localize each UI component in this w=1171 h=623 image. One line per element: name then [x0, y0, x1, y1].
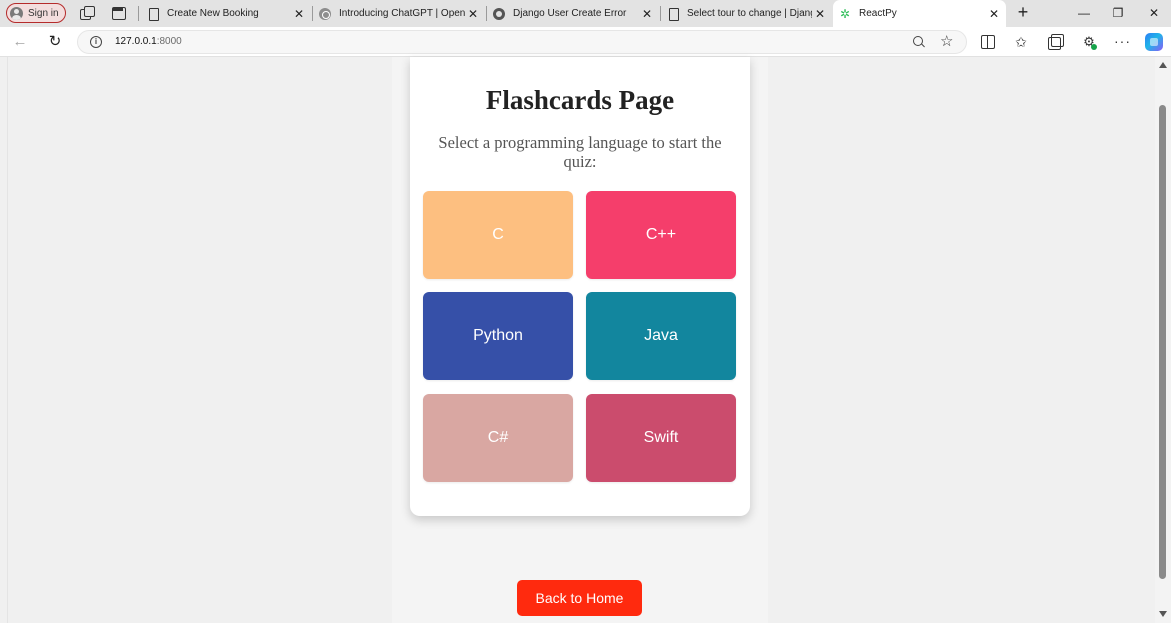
url-port: :8000 — [156, 36, 182, 47]
close-window-icon[interactable]: ✕ — [1144, 4, 1164, 22]
tab-title: Create New Booking — [167, 8, 259, 19]
tab-title: ReactPy — [859, 8, 897, 19]
tab-reactpy[interactable]: ✲ ReactPy ✕ — [833, 0, 1006, 27]
close-tab-icon[interactable]: ✕ — [639, 7, 655, 21]
zoom-out-icon[interactable] — [913, 36, 925, 48]
scroll-up-arrow-icon[interactable] — [1159, 62, 1167, 68]
back-to-home-button[interactable]: Back to Home — [517, 580, 642, 616]
tab-title: Select tour to change | Django — [687, 8, 812, 19]
tab-django-user-create-error[interactable]: Django User Create Error ✕ — [487, 0, 659, 27]
extensions-icon[interactable]: ⚙ — [1081, 34, 1097, 50]
copilot-icon[interactable] — [1145, 33, 1163, 51]
new-tab-button[interactable]: + — [1013, 3, 1033, 23]
language-button-c[interactable]: C — [423, 191, 573, 279]
openai-icon — [319, 7, 331, 20]
tab-select-tour[interactable]: Select tour to change | Django ✕ — [661, 0, 832, 27]
split-screen-icon[interactable] — [980, 34, 996, 50]
minimize-icon[interactable]: — — [1074, 4, 1094, 22]
language-button-swift[interactable]: Swift — [586, 394, 736, 482]
page-viewport: Flashcards Page Select a programming lan… — [0, 57, 1155, 623]
page-subtitle: Select a programming language to start t… — [438, 133, 722, 171]
language-button-python[interactable]: Python — [423, 292, 573, 380]
url-host: 127.0.0.1 — [115, 36, 157, 47]
tab-title: Django User Create Error — [513, 8, 627, 19]
url-text: 127.0.0.1:8000 — [115, 36, 182, 47]
site-info-icon[interactable]: i — [90, 36, 102, 48]
tab-create-new-booking[interactable]: Create New Booking ✕ — [141, 0, 311, 27]
language-button-cpp[interactable]: C++ — [586, 191, 736, 279]
page-icon — [667, 7, 679, 21]
scrollbar-thumb[interactable] — [1159, 105, 1166, 579]
tab-actions-icon[interactable] — [112, 6, 126, 20]
browser-toolbar: ← ↻ i 127.0.0.1:8000 ☆ ✩ ⚙ ··· — [0, 27, 1171, 57]
add-favorite-star-icon[interactable]: ☆ — [940, 33, 953, 51]
scroll-down-arrow-icon[interactable] — [1159, 611, 1167, 617]
tab-title: Introducing ChatGPT | OpenAI — [339, 8, 465, 19]
tab-strip: Sign in Create New Booking ✕ Introducing… — [0, 0, 1171, 27]
django-icon — [493, 7, 505, 20]
sign-in-button[interactable]: Sign in — [6, 3, 66, 23]
react-icon: ✲ — [839, 6, 851, 21]
page-icon — [147, 7, 159, 21]
close-tab-icon[interactable]: ✕ — [812, 7, 828, 21]
language-button-csharp[interactable]: C# — [423, 394, 573, 482]
profile-avatar-icon — [10, 6, 23, 20]
restore-icon[interactable]: ❐ — [1108, 4, 1128, 22]
vertical-scrollbar[interactable] — [1155, 57, 1171, 623]
page-title: Flashcards Page — [485, 85, 675, 115]
tab-introducing-chatgpt[interactable]: Introducing ChatGPT | OpenAI ✕ — [313, 0, 485, 27]
favorites-icon[interactable]: ✩ — [1013, 34, 1029, 50]
reload-icon[interactable]: ↻ — [46, 33, 64, 51]
close-tab-icon[interactable]: ✕ — [291, 7, 307, 21]
workspaces-icon[interactable] — [80, 6, 95, 20]
close-tab-icon[interactable]: ✕ — [986, 7, 1002, 21]
sign-in-label: Sign in — [28, 7, 59, 19]
flashcards-card: Flashcards Page Select a programming lan… — [410, 57, 750, 516]
address-bar[interactable]: i 127.0.0.1:8000 ☆ — [77, 30, 967, 54]
language-button-java[interactable]: Java — [586, 292, 736, 380]
close-tab-icon[interactable]: ✕ — [465, 7, 481, 21]
collections-icon[interactable] — [1047, 34, 1064, 50]
tab-divider — [138, 6, 139, 21]
more-options-icon[interactable]: ··· — [1114, 34, 1130, 50]
back-arrow-icon[interactable]: ← — [11, 33, 29, 51]
